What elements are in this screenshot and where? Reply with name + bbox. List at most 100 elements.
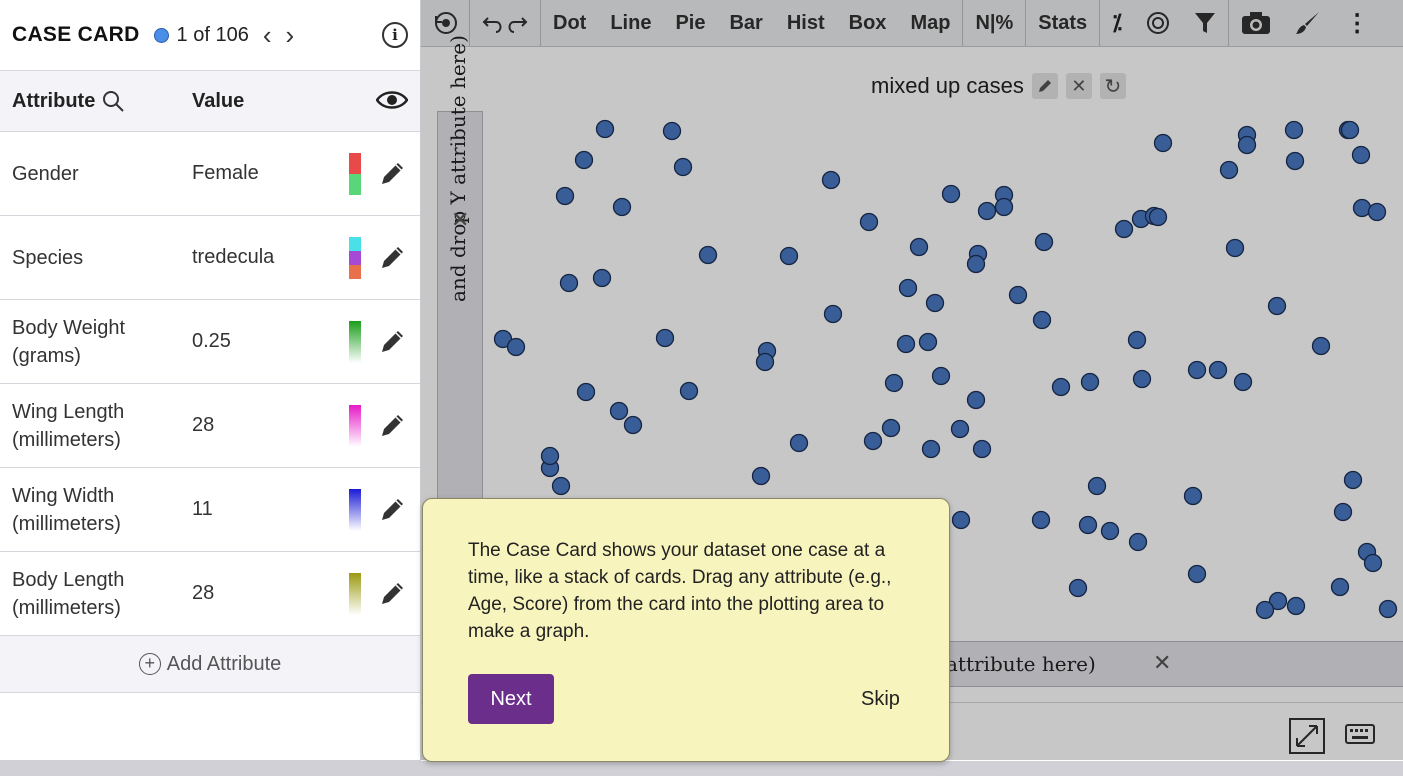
attribute-value[interactable]: tredecula (192, 246, 274, 269)
case-point[interactable] (823, 304, 843, 324)
case-point[interactable] (673, 157, 693, 177)
case-point[interactable] (977, 201, 997, 221)
keyboard-icon[interactable] (1345, 724, 1375, 744)
case-point[interactable] (609, 401, 629, 421)
case-point[interactable] (551, 476, 571, 496)
case-point[interactable] (1367, 202, 1387, 222)
case-point[interactable] (1330, 577, 1350, 597)
more-menu-icon[interactable]: ⋮ (1345, 9, 1369, 38)
case-point[interactable] (821, 170, 841, 190)
toolbar-line[interactable]: Line (598, 12, 663, 35)
case-point[interactable] (859, 212, 879, 232)
case-point[interactable] (779, 246, 799, 266)
case-point[interactable] (1352, 198, 1372, 218)
case-point[interactable] (950, 419, 970, 439)
attribute-name[interactable]: Body Length (millimeters) (12, 566, 192, 622)
case-point[interactable] (863, 431, 883, 451)
case-point[interactable] (1285, 151, 1305, 171)
case-point[interactable] (1311, 336, 1331, 356)
case-point[interactable] (909, 237, 929, 257)
brush-icon[interactable] (1295, 10, 1321, 36)
case-point[interactable] (789, 433, 809, 453)
previous-case-button[interactable]: ‹ (263, 22, 272, 48)
case-point[interactable] (951, 510, 971, 530)
case-point[interactable] (1114, 219, 1134, 239)
skip-button[interactable]: Skip (861, 688, 900, 711)
attribute-value[interactable]: 28 (192, 582, 214, 605)
case-point[interactable] (1128, 532, 1148, 552)
case-point[interactable] (574, 150, 594, 170)
case-point[interactable] (1031, 510, 1051, 530)
case-point[interactable] (972, 439, 992, 459)
next-button[interactable]: Next (468, 674, 554, 724)
info-icon[interactable]: i (382, 22, 408, 48)
case-point[interactable] (1333, 502, 1353, 522)
rescale-icon[interactable] (433, 10, 459, 36)
case-point[interactable] (966, 254, 986, 274)
attribute-name[interactable]: Gender (12, 160, 192, 188)
case-point[interactable] (1087, 476, 1107, 496)
case-point[interactable] (1034, 232, 1054, 252)
toolbar-n-percent[interactable]: N|% (963, 12, 1025, 35)
camera-icon[interactable] (1241, 11, 1271, 35)
case-point[interactable] (1183, 486, 1203, 506)
attribute-value[interactable]: 28 (192, 414, 214, 437)
expand-icon[interactable] (1289, 718, 1325, 754)
case-point[interactable] (1068, 578, 1088, 598)
case-point[interactable] (612, 197, 632, 217)
attribute-value[interactable]: 11 (192, 498, 213, 521)
case-point[interactable] (1100, 521, 1120, 541)
attribute-name[interactable]: Wing Length (millimeters) (12, 398, 192, 454)
case-point[interactable] (1233, 372, 1253, 392)
attribute-value[interactable]: 0.25 (192, 330, 231, 353)
attribute-name[interactable]: Species (12, 244, 192, 272)
edit-pencil-icon[interactable] (380, 580, 406, 606)
case-point[interactable] (662, 121, 682, 141)
target-icon[interactable] (1146, 11, 1170, 35)
case-point[interactable] (576, 382, 596, 402)
case-point[interactable] (994, 197, 1014, 217)
case-point[interactable] (1225, 238, 1245, 258)
next-case-button[interactable]: › (286, 22, 295, 48)
case-point[interactable] (540, 446, 560, 466)
case-point[interactable] (1378, 599, 1398, 619)
case-point[interactable] (506, 337, 526, 357)
case-point[interactable] (1132, 369, 1152, 389)
case-point[interactable] (1080, 372, 1100, 392)
toolbar-dot[interactable]: Dot (541, 12, 598, 35)
case-point[interactable] (1127, 330, 1147, 350)
edit-pencil-icon[interactable] (380, 412, 406, 438)
attribute-name[interactable]: Body Weight (grams) (12, 314, 192, 370)
case-point[interactable] (751, 466, 771, 486)
edit-pencil-icon[interactable] (380, 496, 406, 522)
case-point[interactable] (1286, 596, 1306, 616)
case-point[interactable] (1284, 120, 1304, 140)
case-point[interactable] (881, 418, 901, 438)
case-point[interactable] (555, 186, 575, 206)
case-point[interactable] (1267, 296, 1287, 316)
case-point[interactable] (925, 293, 945, 313)
case-point[interactable] (1187, 360, 1207, 380)
case-point[interactable] (896, 334, 916, 354)
add-attribute-button[interactable]: + Add Attribute (0, 636, 420, 693)
case-point[interactable] (1351, 145, 1371, 165)
case-point[interactable] (1032, 310, 1052, 330)
edit-pencil-icon[interactable] (380, 160, 406, 186)
case-point[interactable] (1219, 160, 1239, 180)
case-point[interactable] (1153, 133, 1173, 153)
case-point[interactable] (1363, 553, 1383, 573)
case-point[interactable] (1008, 285, 1028, 305)
eye-icon[interactable] (376, 89, 408, 111)
case-point[interactable] (592, 268, 612, 288)
toolbar-bar[interactable]: Bar (717, 12, 774, 35)
attribute-value[interactable]: Female (192, 162, 259, 185)
case-point[interactable] (941, 184, 961, 204)
toolbar-stats[interactable]: Stats (1026, 12, 1099, 35)
attribute-name[interactable]: Wing Width (millimeters) (12, 482, 192, 538)
case-point[interactable] (623, 415, 643, 435)
case-point[interactable] (1051, 377, 1071, 397)
case-point[interactable] (918, 332, 938, 352)
case-point[interactable] (655, 328, 675, 348)
toolbar-box[interactable]: Box (837, 12, 899, 35)
case-point[interactable] (1343, 470, 1363, 490)
